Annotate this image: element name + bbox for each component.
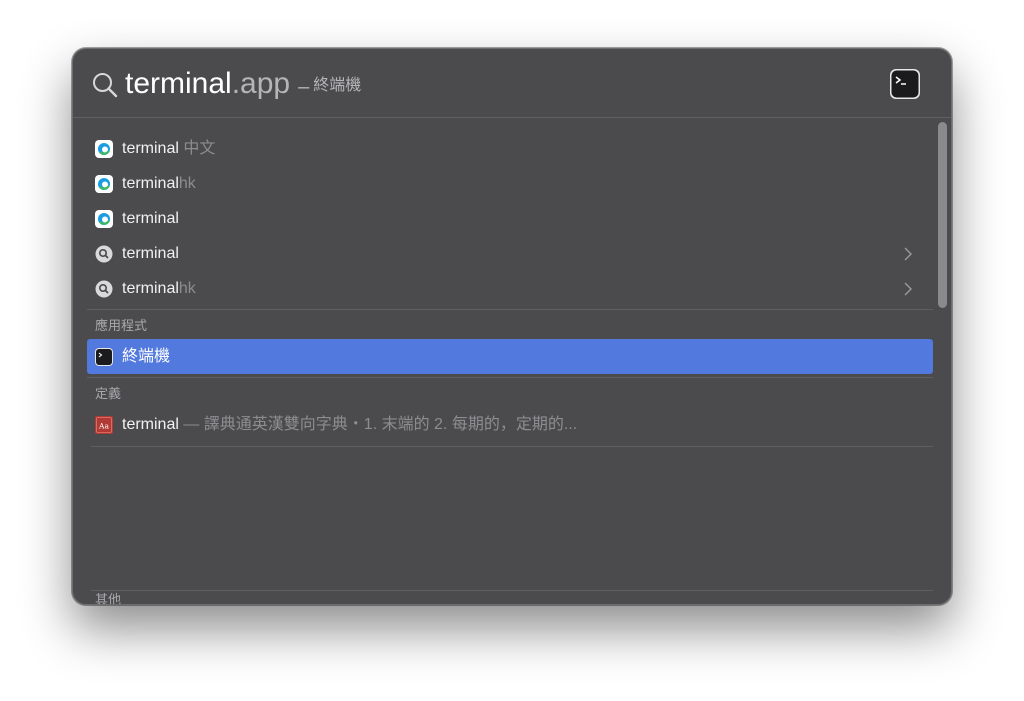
divider [91,446,933,447]
suggestion-text: terminal [122,140,179,157]
chevron-right-icon [904,247,912,261]
suggestion-label: terminalhk [122,271,196,306]
suggestion-text: terminal [122,280,179,297]
suggestion-text: terminal [122,245,179,262]
terminal-app-icon [95,348,113,366]
search-suggestion-icon [95,245,113,263]
suggestion-label: terminal 中文 [122,131,215,166]
section-header-applications: 應用程式 [87,309,933,339]
suggestion-muted: hk [178,280,196,297]
terminal-app-icon [890,69,920,99]
edge-browser-icon [95,140,113,158]
suggestion-label: terminal [122,236,179,271]
scrollbar[interactable] [938,122,947,308]
search-bar[interactable]: terminal.app – 終端機 [73,49,951,118]
definition-summary: — 譯典通英漢雙向字典・1. 末端的 2. 每期的，定期的... [178,416,578,433]
suggestion-label: terminal [122,201,179,236]
divider [91,590,933,591]
dictionary-icon: Aa [95,416,113,434]
query-text: terminal [125,67,232,100]
results-list: terminal 中文 terminalhk terminal terminal… [87,131,933,447]
suggestion-label: terminalhk [122,166,196,201]
suggestion-row[interactable]: terminalhk [87,271,933,306]
suggestion-muted: hk [178,175,196,192]
query-subtitle: 終端機 [313,77,362,94]
suggestion-muted: 中文 [178,140,216,157]
result-label: 終端機 [122,348,171,365]
suggestion-row[interactable]: terminal [87,201,933,236]
definition-word: terminal [122,416,179,433]
edge-browser-icon [95,175,113,193]
search-input[interactable]: terminal.app – 終端機 [125,65,361,106]
section-header-other: 其他 [95,592,122,605]
result-label: terminal — 譯典通英漢雙向字典・1. 末端的 2. 每期的，定期的..… [122,407,577,442]
result-row-definition[interactable]: Aa terminal — 譯典通英漢雙向字典・1. 末端的 2. 每期的，定期… [87,407,933,442]
result-row-terminal-app[interactable]: 終端機 [87,339,933,374]
query-completion: .app [231,67,291,100]
search-icon [93,73,118,98]
spotlight-window: terminal.app – 終端機 terminal 中文 terminalh… [72,48,952,605]
edge-browser-icon [95,210,113,228]
suggestion-text: terminal [122,175,179,192]
suggestion-row[interactable]: terminal 中文 [87,131,933,166]
section-header-definitions: 定義 [87,377,933,407]
svg-text:Aa: Aa [98,422,109,431]
suggestion-text: terminal [122,210,179,227]
query-dash: – [298,76,310,98]
suggestion-row[interactable]: terminal [87,236,933,271]
chevron-right-icon [904,282,912,296]
search-suggestion-icon [95,280,113,298]
suggestion-row[interactable]: terminalhk [87,166,933,201]
